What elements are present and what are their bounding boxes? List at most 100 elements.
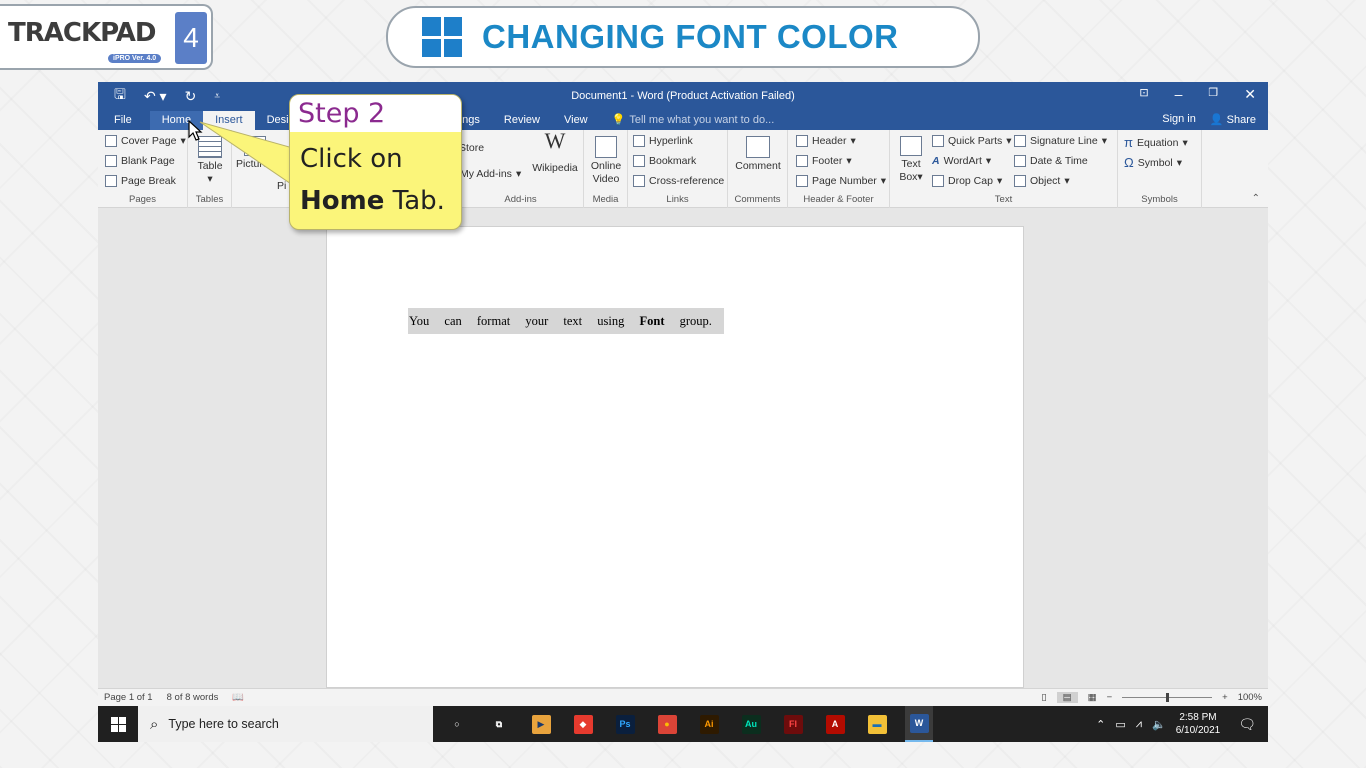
- read-mode-icon[interactable]: ▯: [1041, 692, 1046, 703]
- text-box-button[interactable]: Text Box▾: [896, 136, 926, 184]
- document-page[interactable]: You can format your text using Font grou…: [326, 226, 1024, 688]
- callout-line-1: Click on: [300, 144, 403, 174]
- minimize-icon[interactable]: –: [1175, 86, 1183, 103]
- store-button[interactable]: Store: [459, 142, 484, 154]
- zoom-level[interactable]: 100%: [1238, 692, 1262, 703]
- windows-start-icon: [110, 716, 126, 732]
- cortana-icon[interactable]: ○: [443, 706, 471, 742]
- wifi-icon[interactable]: ⩘: [1136, 718, 1142, 731]
- clock[interactable]: 2:58 PM 6/10/2021: [1176, 711, 1221, 737]
- start-button[interactable]: [98, 716, 138, 732]
- header-button[interactable]: Header ▾: [796, 135, 856, 147]
- page-count[interactable]: Page 1 of 1: [104, 692, 153, 703]
- anydesk-icon[interactable]: ◆: [569, 706, 597, 742]
- table-button[interactable]: Table ▾: [196, 136, 224, 186]
- callout-step: Step 2: [290, 95, 461, 132]
- word-icon[interactable]: W: [905, 706, 933, 742]
- comment-button[interactable]: Comment: [734, 136, 782, 173]
- close-icon[interactable]: ✕: [1244, 86, 1256, 103]
- date-time-button[interactable]: Date & Time: [1014, 155, 1088, 167]
- blank-page-label: Blank Page: [121, 155, 175, 167]
- bookmark-button[interactable]: Bookmark: [633, 155, 696, 167]
- zoom-thumb[interactable]: [1166, 693, 1170, 702]
- photoshop-icon[interactable]: Ps: [611, 706, 639, 742]
- file-explorer-icon[interactable]: ▬: [863, 706, 891, 742]
- page-number-button[interactable]: Page Number ▾: [796, 175, 886, 187]
- drop-cap-button[interactable]: Drop Cap ▾: [932, 175, 1002, 187]
- hyperlink-icon: [633, 135, 645, 147]
- zoom-in-icon[interactable]: +: [1222, 692, 1228, 703]
- blank-page-icon: [105, 155, 117, 167]
- hyperlink-button[interactable]: Hyperlink: [633, 135, 693, 147]
- collapse-ribbon-icon[interactable]: ⌃: [1252, 193, 1260, 204]
- tell-me-text: Tell me what you want to do...: [629, 113, 775, 126]
- pictures-button[interactable]: Pictures: [235, 136, 275, 171]
- online-video-button[interactable]: Online Video: [587, 136, 625, 186]
- comment-icon: [746, 136, 770, 158]
- task-view-icon[interactable]: ⧉: [485, 706, 513, 742]
- symbol-button[interactable]: Ω Symbol ▾: [1124, 155, 1182, 170]
- signature-line-button[interactable]: Signature Line ▾: [1014, 135, 1107, 147]
- header-label: Header: [812, 135, 847, 147]
- my-addins-button[interactable]: My Add-ins ▾: [460, 168, 521, 180]
- doc-word: text: [563, 313, 583, 328]
- object-icon: [1014, 175, 1026, 187]
- tab-file[interactable]: File: [98, 111, 150, 130]
- web-layout-icon[interactable]: ▦: [1088, 692, 1097, 703]
- print-layout-icon[interactable]: ▤: [1056, 692, 1078, 703]
- person-icon: 👤: [1209, 114, 1224, 126]
- wikipedia-icon: W: [544, 128, 566, 153]
- drop-cap-label: Drop Cap: [948, 175, 993, 187]
- selected-text-line[interactable]: You can format your text using Font grou…: [408, 308, 724, 334]
- addins-group-label: Add-ins: [504, 194, 537, 205]
- footer-button[interactable]: Footer ▾: [796, 155, 852, 167]
- links-group-label: Links: [666, 194, 689, 205]
- chrome-icon[interactable]: ●: [653, 706, 681, 742]
- restore-icon[interactable]: ❐: [1208, 86, 1218, 103]
- comments-group-label: Comments: [734, 194, 781, 205]
- photoshop-icon-glyph: Ps: [615, 714, 635, 734]
- group-header-footer: Header ▾ Footer ▾ Page Number ▾ Header & Fo…: [788, 130, 890, 208]
- tables-group-label: Tables: [195, 194, 224, 205]
- blank-page-button[interactable]: Blank Page: [105, 155, 175, 167]
- proofing-icon[interactable]: 📖: [232, 692, 244, 703]
- page-break-button[interactable]: Page Break: [105, 175, 176, 187]
- pages-group-label: Pages: [129, 194, 156, 205]
- symbol-label: Symbol: [1137, 156, 1173, 169]
- windows-logo-icon: [422, 17, 462, 57]
- ribbon-display-icon[interactable]: ⊡: [1139, 86, 1148, 103]
- battery-icon[interactable]: ▭: [1115, 718, 1125, 731]
- tell-me-box[interactable]: 💡 Tell me what you want to do...: [612, 113, 775, 130]
- cross-reference-button[interactable]: Cross-reference: [633, 175, 724, 187]
- object-button[interactable]: Object ▾: [1014, 175, 1070, 187]
- audition-icon[interactable]: Au: [737, 706, 765, 742]
- tab-insert[interactable]: Insert: [203, 111, 255, 130]
- volume-icon[interactable]: 🔈: [1152, 718, 1166, 731]
- comment-label: Comment: [735, 160, 781, 172]
- illustrator-icon[interactable]: Ai: [695, 706, 723, 742]
- share-button[interactable]: 👤 Share: [1210, 113, 1256, 126]
- sign-in-link[interactable]: Sign in: [1162, 113, 1196, 126]
- online-video-icon: [595, 136, 617, 158]
- illustrator-icon-glyph: Ai: [699, 714, 719, 734]
- acrobat-icon[interactable]: A: [821, 706, 849, 742]
- group-text: Text Box▾ Quick Parts ▾ A WordArt ▾ Drop Ca…: [890, 130, 1118, 208]
- wikipedia-button[interactable]: W Wikipedia: [530, 128, 580, 175]
- group-comments: Comment Comments: [728, 130, 788, 208]
- zoom-out-icon[interactable]: −: [1107, 692, 1113, 703]
- logo-edition: 4: [175, 12, 207, 64]
- quick-parts-button[interactable]: Quick Parts ▾: [932, 135, 1012, 147]
- wordart-button[interactable]: A WordArt ▾: [932, 155, 991, 167]
- taskbar-search[interactable]: ⌕ Type here to search: [138, 706, 433, 742]
- word-count[interactable]: 8 of 8 words: [167, 692, 219, 703]
- flash-icon[interactable]: Fl: [779, 706, 807, 742]
- show-hidden-icons[interactable]: ⌃: [1096, 718, 1105, 731]
- notifications-icon[interactable]: 🗨: [1238, 716, 1256, 733]
- tab-review[interactable]: Review: [492, 111, 552, 130]
- media-player-icon[interactable]: ▶: [527, 706, 555, 742]
- online-pictures-partial[interactable]: O: [280, 166, 288, 178]
- zoom-slider[interactable]: [1122, 693, 1213, 702]
- search-placeholder: Type here to search: [168, 717, 279, 731]
- equation-button[interactable]: π Equation ▾: [1124, 135, 1188, 150]
- cover-page-button[interactable]: Cover Page ▾: [105, 135, 186, 147]
